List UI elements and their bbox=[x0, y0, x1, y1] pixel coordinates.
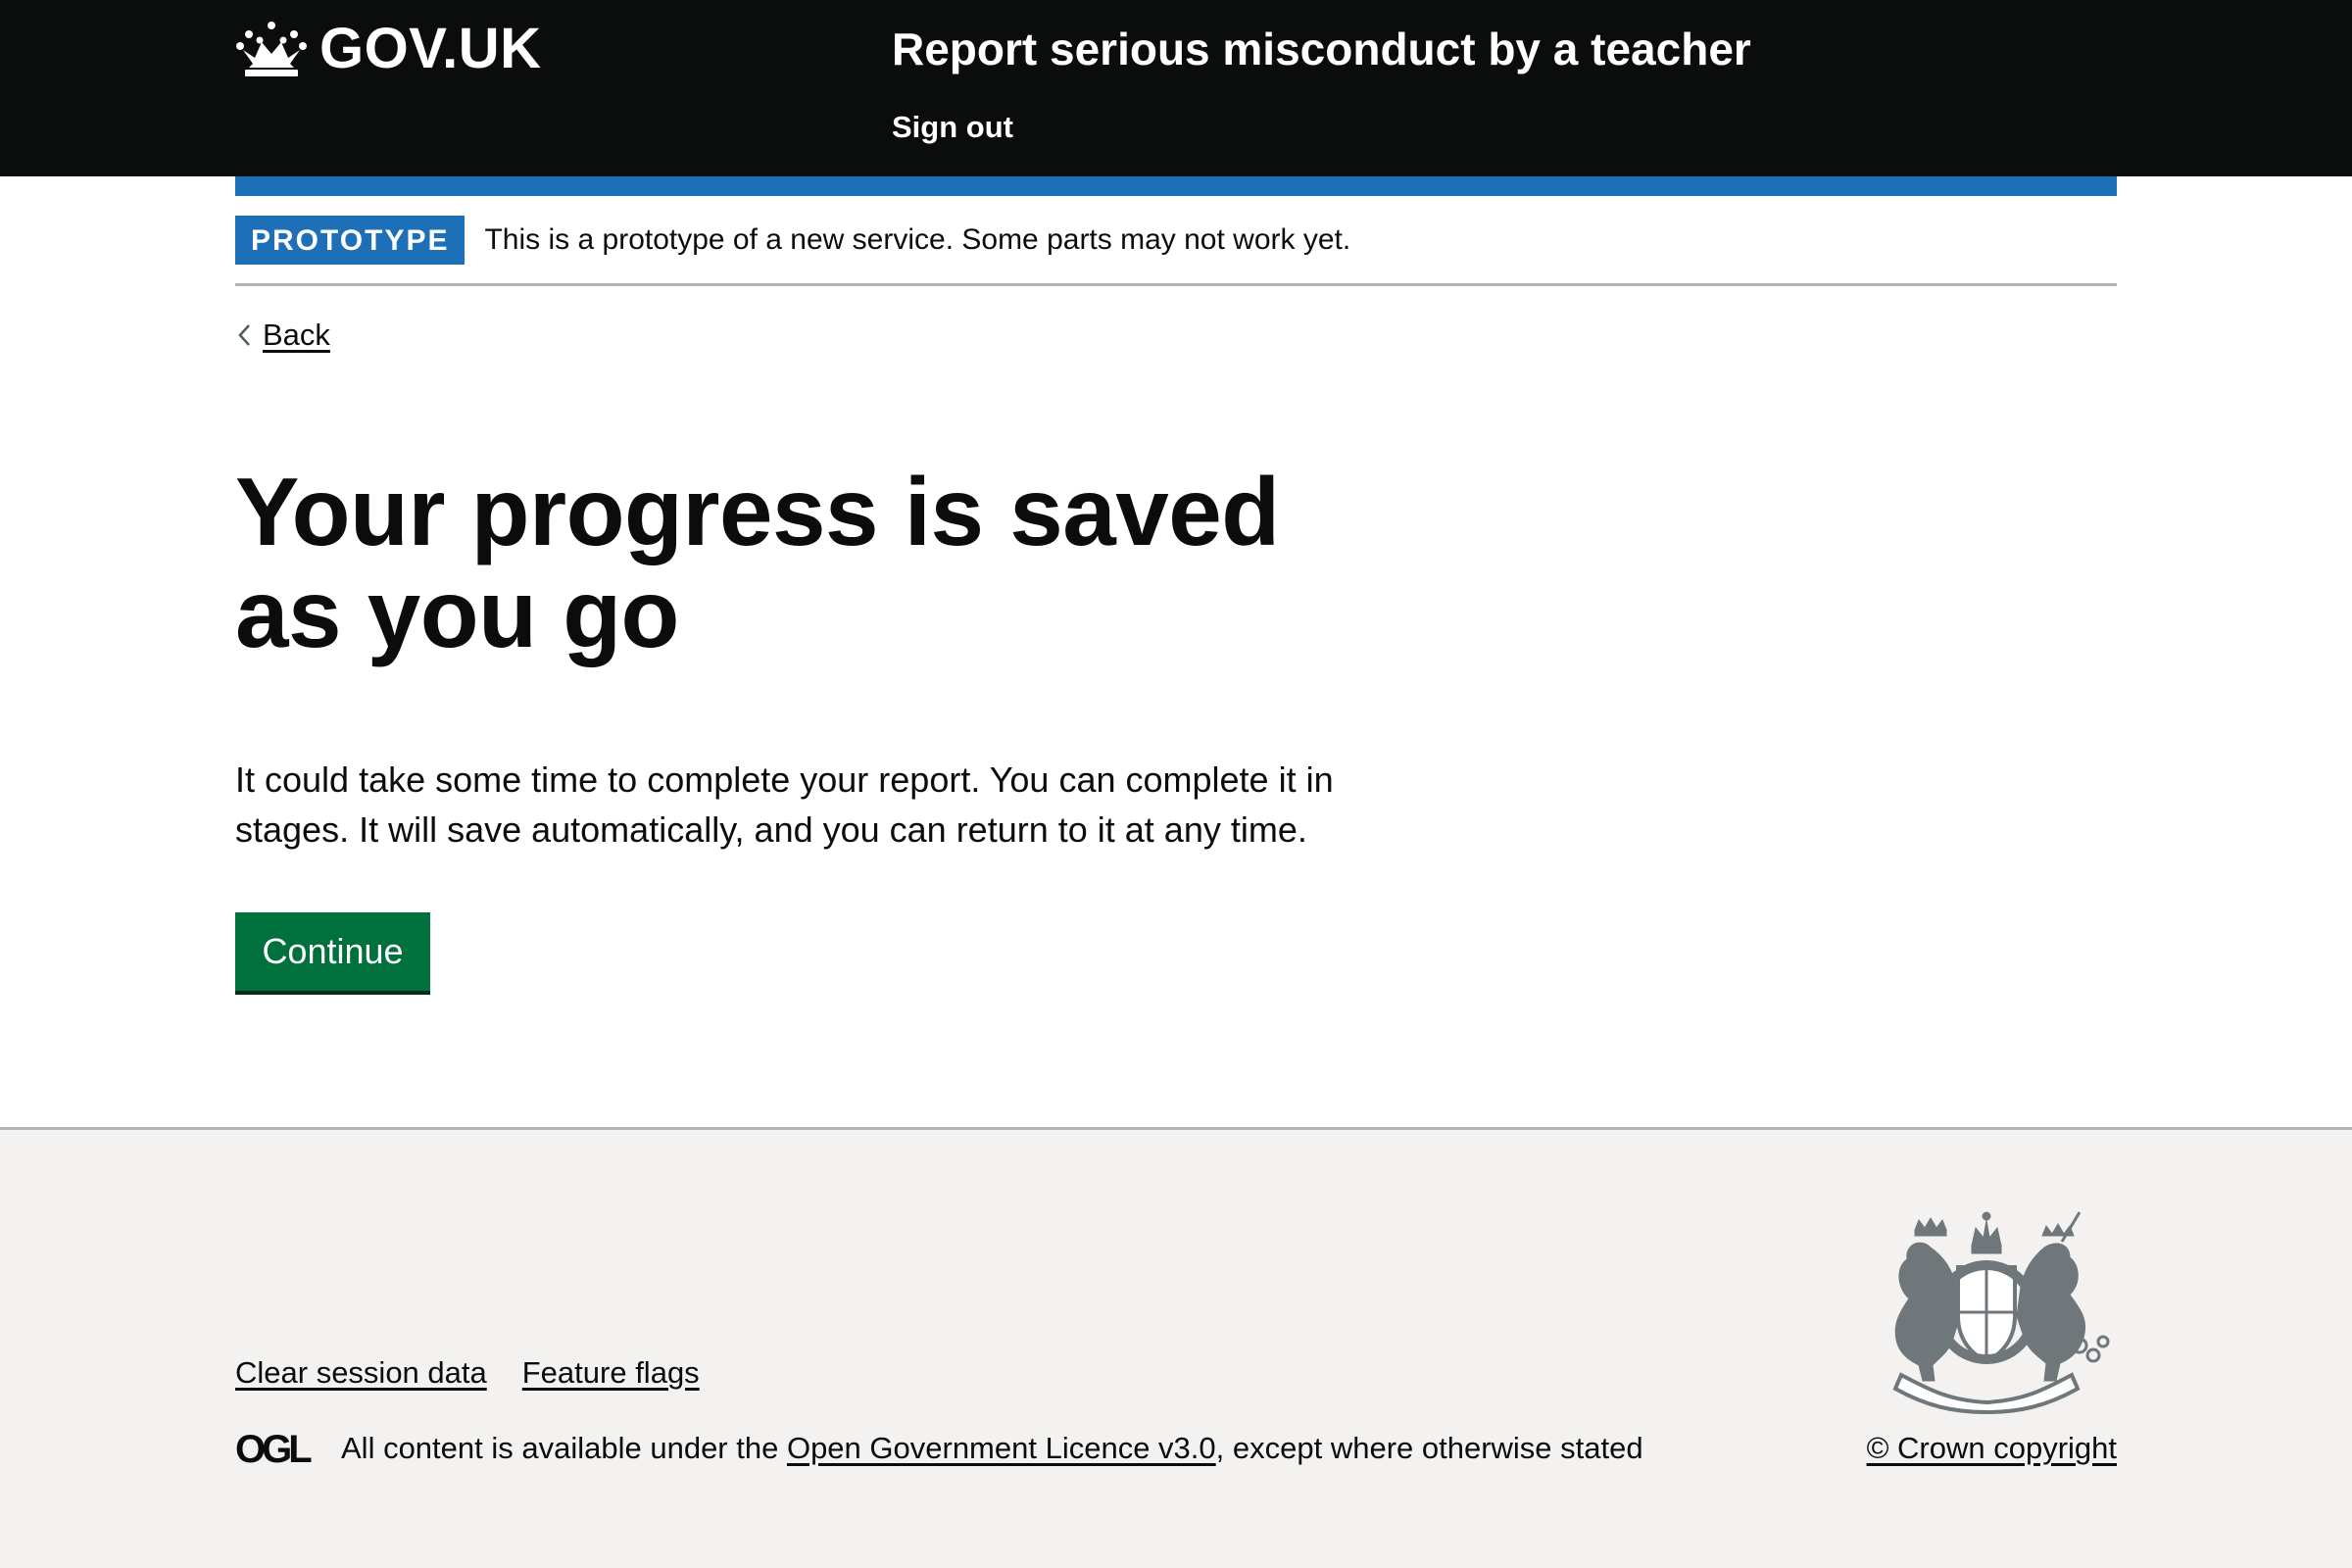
crown-copyright-link[interactable]: © Crown copyright bbox=[1867, 1429, 2117, 1468]
licence-suffix: , except where otherwise stated bbox=[1215, 1431, 1643, 1465]
body-text: It could take some time to complete your… bbox=[235, 760, 1334, 850]
site-footer: Clear session data Feature flags OGL All… bbox=[0, 1127, 2352, 1568]
page-title: Your progress is saved as you go bbox=[235, 458, 1280, 667]
open-government-licence-link[interactable]: Open Government Licence v3.0 bbox=[787, 1431, 1216, 1465]
site-header: GOV.UK Report serious misconduct by a te… bbox=[0, 0, 2352, 176]
continue-button[interactable]: Continue bbox=[235, 912, 430, 991]
ogl-icon: OGL bbox=[235, 1432, 316, 1465]
phase-tag: PROTOTYPE bbox=[235, 215, 466, 265]
licence-prefix: All content is available under the bbox=[341, 1431, 787, 1465]
licence-text: All content is available under the Open … bbox=[341, 1429, 1643, 1468]
licence-row: OGL All content is available under the O… bbox=[235, 1429, 1643, 1468]
phase-banner: PROTOTYPE This is a prototype of a new s… bbox=[235, 196, 2117, 286]
header-blue-bar bbox=[235, 176, 2117, 196]
service-name[interactable]: Report serious misconduct by a teacher bbox=[892, 18, 1751, 80]
royal-coat-of-arms-icon bbox=[1892, 1211, 2110, 1414]
sign-out-link[interactable]: Sign out bbox=[892, 108, 1013, 147]
crown-icon bbox=[236, 22, 307, 76]
govuk-logo-text: GOV.UK bbox=[319, 17, 542, 80]
govuk-logo-link[interactable]: GOV.UK bbox=[235, 18, 541, 80]
back-link[interactable]: Back bbox=[235, 316, 330, 355]
back-link-label: Back bbox=[263, 318, 330, 352]
chevron-left-icon bbox=[238, 324, 250, 346]
svg-text:OGL: OGL bbox=[235, 1432, 312, 1465]
phase-banner-text: This is a prototype of a new service. So… bbox=[484, 222, 1351, 256]
footer-links: Clear session data Feature flags bbox=[235, 1353, 700, 1393]
feature-flags-link[interactable]: Feature flags bbox=[522, 1353, 700, 1393]
clear-session-data-link[interactable]: Clear session data bbox=[235, 1353, 487, 1393]
